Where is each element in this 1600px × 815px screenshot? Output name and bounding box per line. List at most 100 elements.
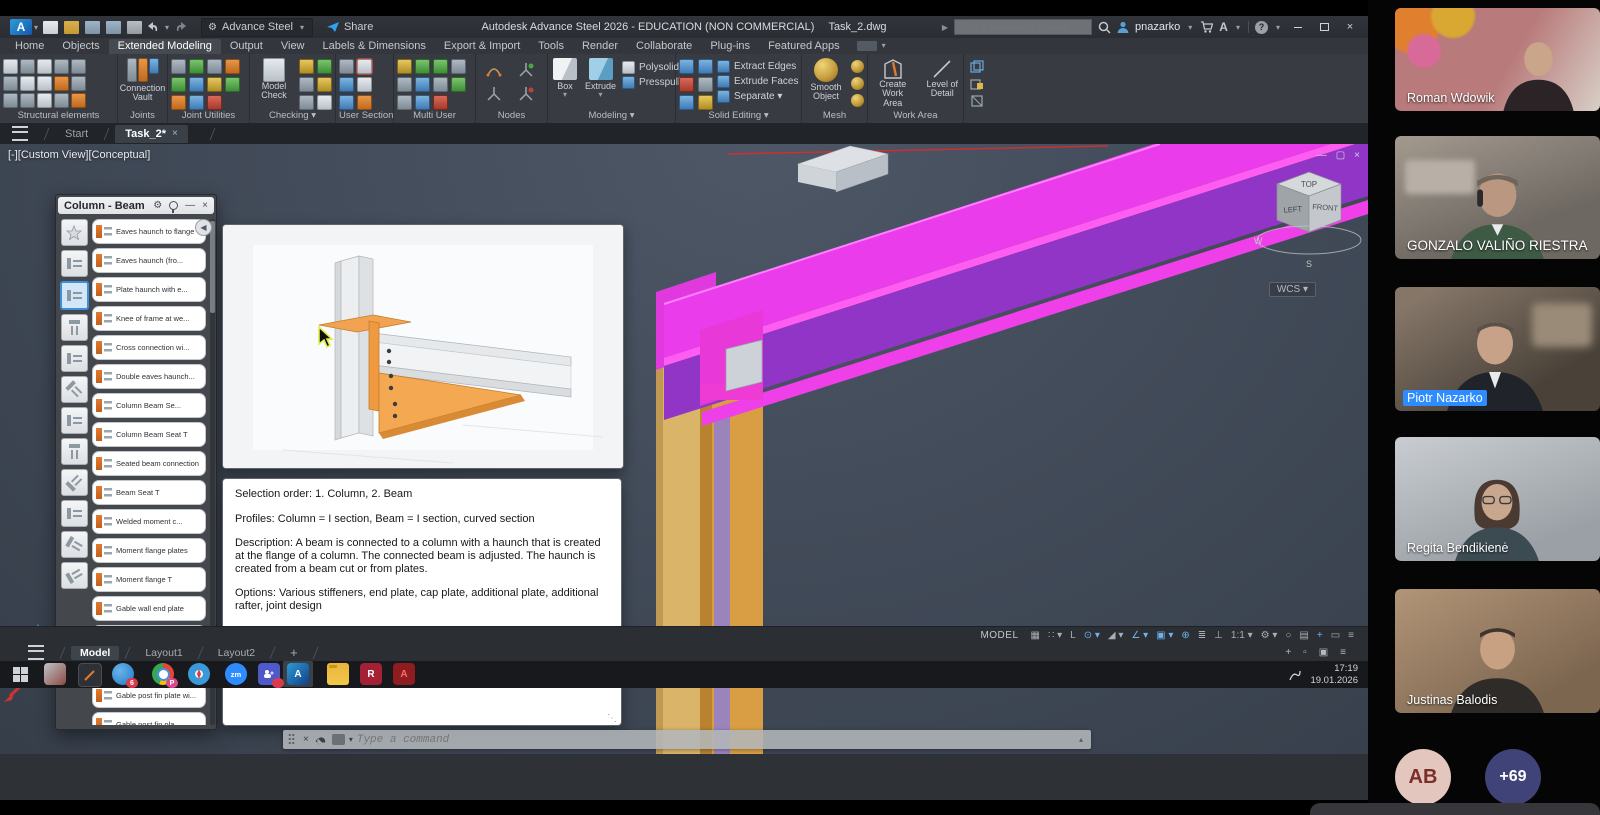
polysolid-button[interactable]: Polysolid [622, 61, 680, 74]
ribbon-icon[interactable] [3, 59, 18, 74]
workspace-switch-icon[interactable]: ⚙ ▾ [1257, 629, 1282, 642]
ribbon-icon[interactable] [71, 93, 86, 108]
customization-menu-icon[interactable]: ≡ [1344, 629, 1358, 642]
ortho-icon[interactable]: L [1066, 629, 1080, 642]
tab-task2[interactable]: Task_2* × [115, 125, 188, 143]
save-icon[interactable] [85, 21, 100, 34]
node-icon[interactable] [485, 61, 503, 77]
palette-pin-icon[interactable] [169, 201, 178, 210]
ribbon-icon[interactable] [37, 59, 52, 74]
ribbon-icon[interactable] [171, 77, 186, 92]
category-splice[interactable] [61, 345, 88, 372]
taskbar-acrobat-icon[interactable]: A [393, 663, 415, 685]
autodesk-logo-icon[interactable]: A [1219, 20, 1228, 34]
extrude-button[interactable]: Extrude ▾ [583, 57, 618, 101]
lineweight-icon[interactable]: ≣ [1194, 629, 1210, 642]
palette-scrollbar-thumb[interactable] [210, 221, 215, 313]
ribbon-icon[interactable] [299, 77, 314, 92]
category-apex[interactable] [61, 314, 88, 341]
search-input[interactable] [954, 19, 1092, 35]
ribbon-icon[interactable] [698, 95, 713, 110]
taskbar-clock[interactable]: 17:19 19.01.2026 [1310, 663, 1358, 687]
undo-caret-icon[interactable]: ▾ [165, 23, 169, 32]
float-minimize-icon[interactable]: — [1317, 150, 1327, 161]
ribbon-icon[interactable] [3, 76, 18, 91]
display-icon[interactable]: ▣ [1319, 647, 1328, 658]
ribbon-icon[interactable] [20, 59, 35, 74]
taskbar-revit-icon[interactable]: R [360, 663, 382, 685]
signed-in-user[interactable]: pnazarko [1135, 21, 1180, 33]
category-turnbuckle[interactable] [61, 469, 88, 496]
node-icon[interactable] [485, 85, 503, 101]
taskbar-chrome-icon[interactable]: P [152, 663, 174, 685]
viewcube-west[interactable]: W [1254, 236, 1263, 246]
object-snap-icon[interactable]: ▣ ▾ [1152, 629, 1177, 642]
taskbar-zoom-icon[interactable]: zm [225, 663, 247, 685]
participant-tile[interactable]: Piotr Nazarko [1395, 287, 1600, 411]
ribbon-icon[interactable] [433, 77, 448, 92]
model-space-indicator[interactable]: MODEL [980, 630, 1018, 641]
ribbon-icon[interactable] [71, 76, 86, 91]
joint-item[interactable]: Column Beam Seat T [92, 422, 206, 447]
close-button[interactable]: × [1340, 20, 1360, 34]
file-tabs-menu-icon[interactable] [12, 126, 28, 141]
command-input[interactable] [355, 733, 1079, 747]
level-of-detail-button[interactable]: Level of Detail [924, 57, 960, 100]
add-status-icon[interactable]: + [1313, 629, 1327, 642]
palette-minimize-icon[interactable]: — [185, 200, 195, 211]
ribbon-icon[interactable] [189, 77, 204, 92]
tab-render[interactable]: Render [573, 39, 627, 54]
polar-tracking-icon[interactable]: ⊙ ▾ [1080, 629, 1104, 642]
tab-layout1[interactable]: Layout1 [136, 646, 191, 660]
joint-item[interactable]: Cross connection wi... [92, 335, 206, 360]
ribbon-icon[interactable] [189, 59, 204, 74]
ribbon-icon[interactable] [207, 77, 222, 92]
app-menu-caret-icon[interactable]: ▾ [34, 23, 38, 32]
joint-item[interactable]: Beam Seat T [92, 480, 206, 505]
joint-item[interactable]: Welded moment c... [92, 509, 206, 534]
palette-title-bar[interactable]: Column - Beam ⚙ — × [58, 197, 214, 214]
snap-icon[interactable]: ∷ ▾ [1044, 629, 1066, 642]
grid-icon[interactable]: ▦ [1027, 629, 1044, 642]
ribbon-icon[interactable] [225, 77, 240, 92]
joint-item[interactable]: Gable wall end plate [92, 596, 206, 621]
presspull-button[interactable]: Presspull [622, 76, 680, 89]
ribbon-icon[interactable] [339, 59, 354, 74]
redo-icon[interactable] [173, 21, 187, 33]
pen-tray-icon[interactable] [1288, 668, 1302, 682]
ribbon-icon[interactable] [317, 59, 332, 74]
tab-collaborate[interactable]: Collaborate [627, 39, 701, 54]
ribbon-icon[interactable] [54, 76, 69, 91]
ribbon-icon[interactable] [37, 76, 52, 91]
ribbon-icon[interactable] [397, 95, 412, 110]
ribbon-icon[interactable] [397, 59, 412, 74]
command-prompt-icon[interactable] [332, 734, 345, 745]
palette-close-icon[interactable]: × [202, 200, 208, 211]
ribbon-icon[interactable] [397, 77, 412, 92]
float-close-icon[interactable]: × [1354, 150, 1360, 161]
annotation-scale[interactable]: 1:1 ▾ [1227, 629, 1257, 642]
category-bracing[interactable] [61, 376, 88, 403]
print-icon[interactable] [127, 21, 142, 34]
save-as-icon[interactable] [106, 21, 121, 34]
create-work-area-button[interactable]: Create Work Area [871, 57, 914, 109]
autodesk-caret-icon[interactable]: ▾ [1236, 23, 1240, 32]
palette-settings-icon[interactable]: ⚙ [153, 200, 162, 211]
ribbon-icon[interactable] [451, 77, 466, 92]
workspace-selector[interactable]: ⚙ Advance Steel ▾ [201, 18, 313, 37]
palette-collapse-button[interactable]: ◀ [195, 219, 212, 236]
ribbon-icon[interactable] [698, 59, 713, 74]
smooth-object-button[interactable]: Smooth Object [805, 57, 847, 103]
joint-item[interactable]: Moment flange plates [92, 538, 206, 563]
undo-icon[interactable] [147, 21, 161, 33]
taskbar-advance-steel-icon[interactable]: A [287, 663, 309, 685]
float-restore-icon[interactable]: ▢ [1336, 150, 1345, 161]
connection-vault-button[interactable]: Connection Vault [118, 57, 168, 104]
viewport-icon[interactable]: ▫ [1303, 647, 1307, 658]
ribbon-icon[interactable] [339, 95, 354, 110]
share-button[interactable]: Share [327, 21, 373, 33]
graphics-performance-icon[interactable]: ▤ [1295, 629, 1312, 642]
tab-extended-modeling[interactable]: Extended Modeling [109, 39, 221, 54]
ribbon-icon[interactable] [71, 59, 86, 74]
open-file-icon[interactable] [64, 21, 79, 34]
